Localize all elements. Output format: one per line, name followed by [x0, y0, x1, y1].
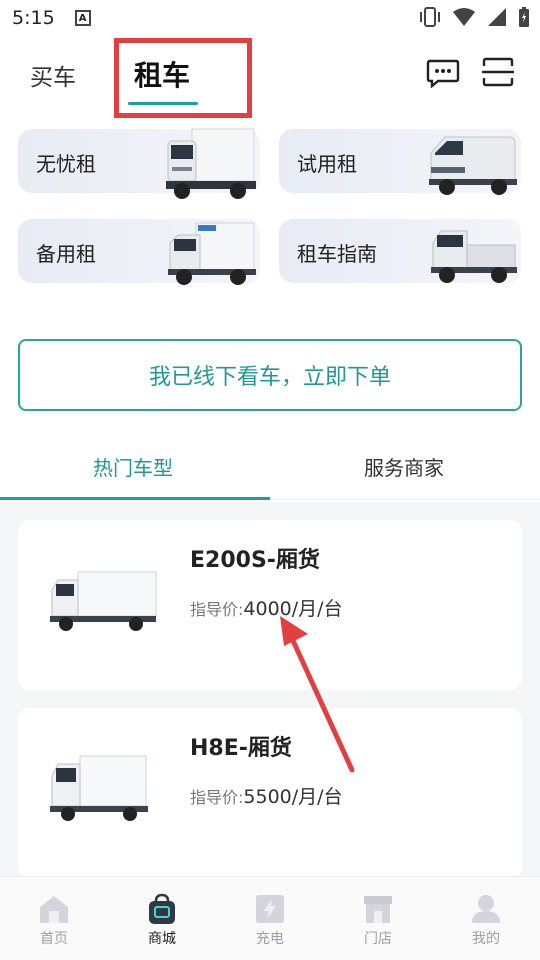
nav-profile[interactable]: 我的	[432, 877, 540, 960]
bottom-nav: 首页 商城 充电 门店 我的	[0, 876, 540, 960]
highlight-box	[114, 38, 252, 118]
van-image	[429, 136, 517, 195]
service-label: 备用租	[36, 242, 96, 266]
price-value: 4000/月/台	[243, 598, 343, 620]
tab-hot-models[interactable]: 热门车型	[93, 452, 173, 481]
product-name: H8E-厢货	[190, 736, 292, 761]
wifi-icon	[453, 8, 475, 26]
segment-tabs: 热门车型 服务商家	[0, 440, 540, 502]
price-value: 5500/月/台	[243, 786, 343, 808]
service-card-worry-free[interactable]: 无忧租	[18, 128, 260, 199]
vibrate-icon	[420, 7, 440, 27]
service-card-backup[interactable]: 备用租	[18, 219, 260, 285]
scan-icon[interactable]	[481, 56, 515, 88]
price-label: 指导价:	[190, 600, 244, 619]
product-price: 指导价:5500/月/台	[190, 782, 343, 809]
nav-store[interactable]: 门店	[324, 877, 432, 960]
status-bar: 5:15 A	[0, 0, 540, 36]
header: 买车 租车	[0, 38, 540, 118]
nav-label: 门店	[364, 931, 392, 947]
box-truck-image	[166, 128, 256, 199]
service-card-trial[interactable]: 试用租	[279, 129, 521, 195]
product-name: E200S-厢货	[190, 548, 320, 573]
nav-home[interactable]: 首页	[0, 877, 108, 960]
service-label: 试用租	[297, 152, 357, 176]
chat-bubble-icon[interactable]	[426, 58, 460, 88]
profile-icon	[472, 895, 500, 923]
charge-icon	[256, 895, 284, 923]
box-truck-image	[50, 571, 157, 631]
status-icons	[418, 6, 530, 28]
order-now-button[interactable]: 我已线下看车，立即下单	[18, 339, 522, 411]
nav-label: 我的	[472, 931, 500, 947]
status-time: 5:15	[12, 7, 55, 29]
nav-label: 首页	[40, 931, 68, 947]
nav-label: 商城	[148, 931, 176, 947]
shop-bag-icon	[149, 893, 175, 924]
pickup-truck-image	[431, 230, 517, 283]
service-card-guide[interactable]: 租车指南	[279, 219, 521, 283]
service-label: 无忧租	[36, 152, 96, 176]
product-card[interactable]: E200S-厢货 指导价:4000/月/台	[18, 520, 522, 690]
product-price: 指导价:4000/月/台	[190, 594, 343, 621]
product-card[interactable]: H8E-厢货 指导价:5500/月/台	[18, 708, 522, 878]
a-notification-icon: A	[74, 10, 91, 26]
battery-icon	[519, 7, 529, 27]
small-box-truck-image	[168, 222, 256, 285]
product-list: E200S-厢货 指导价:4000/月/台 H8E-厢货 指导价:5500/月/…	[0, 502, 540, 878]
home-icon	[40, 896, 68, 923]
tab-service-merchants[interactable]: 服务商家	[364, 452, 444, 481]
price-label: 指导价:	[190, 788, 244, 807]
service-label: 租车指南	[297, 242, 377, 266]
nav-charge[interactable]: 充电	[216, 877, 324, 960]
nav-shop[interactable]: 商城	[108, 877, 216, 960]
box-truck-image	[50, 755, 148, 821]
tab-indicator	[0, 497, 270, 500]
tab-buy-car[interactable]: 买车	[30, 58, 76, 92]
signal-icon	[488, 8, 506, 26]
nav-label: 充电	[256, 931, 284, 947]
store-icon	[364, 896, 392, 923]
